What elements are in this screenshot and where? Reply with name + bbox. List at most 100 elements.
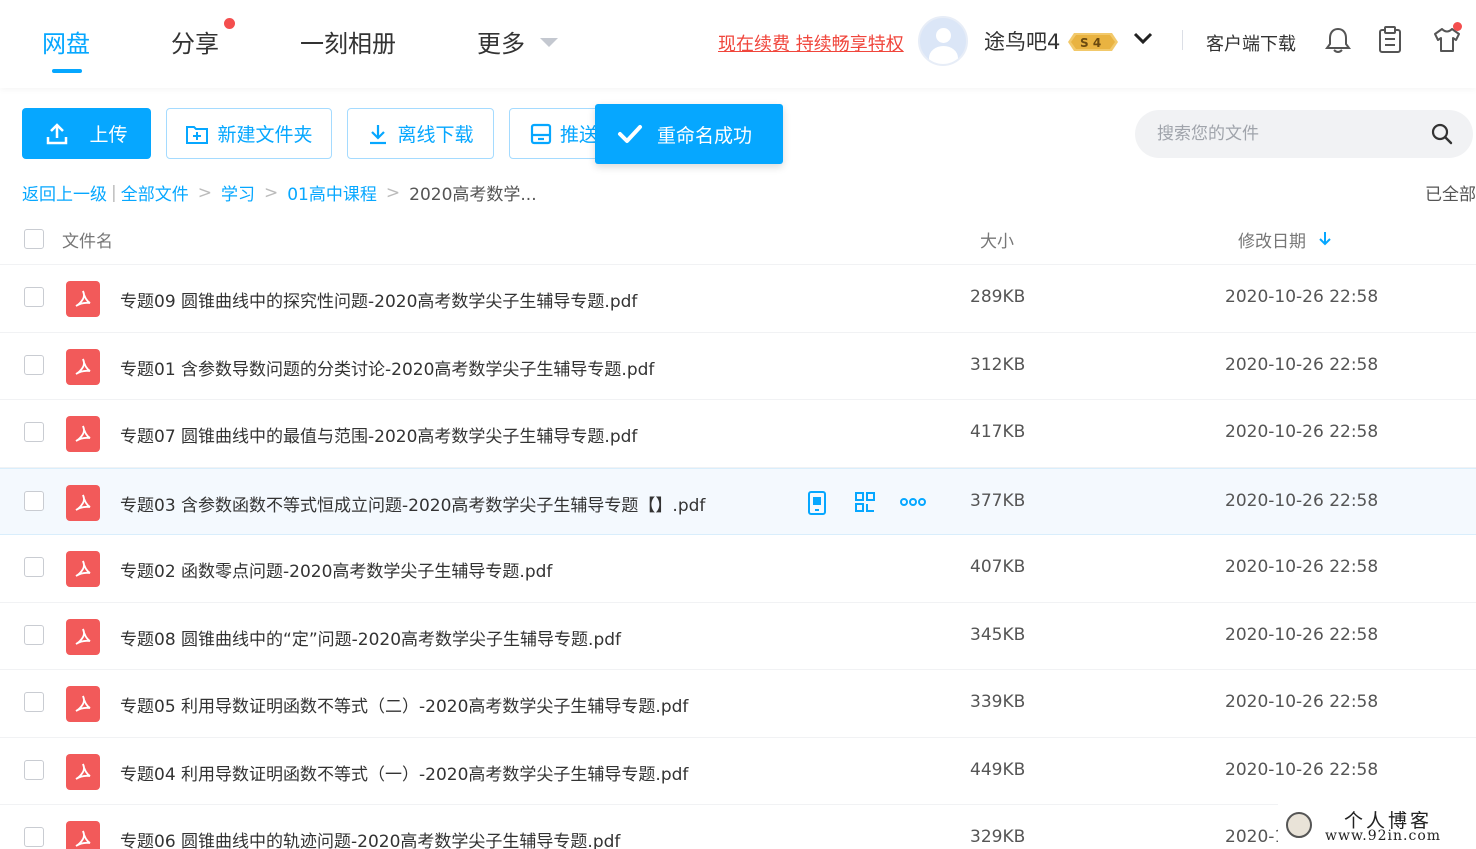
file-size: 312KB <box>970 354 1026 375</box>
file-name[interactable]: 专题07 圆锥曲线中的最值与范围-2020高考数学尖子生辅导专题.pdf <box>120 422 637 447</box>
pdf-file-icon <box>66 281 100 317</box>
send-to-phone-icon[interactable] <box>807 490 827 515</box>
table-row[interactable]: 专题02 函数零点问题-2020高考数学尖子生辅导专题.pdf 407KB 20… <box>0 535 1476 603</box>
file-size: 339KB <box>970 692 1026 712</box>
column-header-name[interactable]: 文件名 <box>62 227 113 252</box>
column-header-size[interactable]: 大小 <box>980 227 1014 252</box>
row-checkbox[interactable] <box>24 490 44 511</box>
file-date: 2020-10-26 22:58 <box>1225 557 1379 577</box>
pdf-file-icon <box>66 686 100 722</box>
file-name[interactable]: 专题03 含参数函数不等式恒成立问题-2020高考数学尖子生辅导专题【】.pdf <box>120 491 705 516</box>
search-input[interactable] <box>1157 110 1417 158</box>
chevron-down-icon[interactable] <box>1132 30 1154 46</box>
pdf-file-icon <box>66 484 100 521</box>
top-nav: 网盘 分享 一刻相册 更多 现在续费 持续畅享特权 途鸟吧4 S 4 客户端下载 <box>0 0 1476 88</box>
new-folder-label: 新建文件夹 <box>217 124 313 146</box>
file-name[interactable]: 专题01 含参数导数问题的分类讨论-2020高考数学尖子生辅导专题.pdf <box>120 355 654 380</box>
loaded-status: 已全部 <box>1425 185 1476 205</box>
file-name[interactable]: 专题08 圆锥曲线中的“定”问题-2020高考数学尖子生辅导专题.pdf <box>120 625 621 650</box>
table-row-hovered[interactable]: 专题03 含参数函数不等式恒成立问题-2020高考数学尖子生辅导专题【】.pdf… <box>0 467 1476 535</box>
table-row[interactable]: 专题04 利用导数证明函数不等式（一）-2020高考数学尖子生辅导专题.pdf … <box>0 738 1476 805</box>
offline-download-button[interactable]: 离线下载 <box>347 108 494 159</box>
push-device-icon <box>530 123 552 144</box>
share-qrcode-icon[interactable] <box>854 491 876 513</box>
tab-share[interactable]: 分享 <box>171 24 219 59</box>
more-options-icon[interactable] <box>900 497 926 507</box>
table-row[interactable]: 专题01 含参数导数问题的分类讨论-2020高考数学尖子生辅导专题.pdf 31… <box>0 333 1476 400</box>
offline-download-label: 离线下载 <box>397 124 474 146</box>
caret-down-icon[interactable] <box>540 38 558 47</box>
breadcrumb-back[interactable]: 返回上一级 <box>22 180 107 205</box>
tab-more[interactable]: 更多 <box>477 24 525 59</box>
upload-icon <box>47 122 68 144</box>
file-date: 2020-10-26 22:58 <box>1225 759 1379 780</box>
breadcrumb-separator: > <box>385 182 401 203</box>
file-name[interactable]: 专题09 圆锥曲线中的探究性问题-2020高考数学尖子生辅导专题.pdf <box>120 287 637 312</box>
table-row[interactable]: 专题08 圆锥曲线中的“定”问题-2020高考数学尖子生辅导专题.pdf 345… <box>0 603 1476 670</box>
select-all-checkbox[interactable] <box>24 229 44 249</box>
file-name[interactable]: 专题04 利用导数证明函数不等式（一）-2020高考数学尖子生辅导专题.pdf <box>120 760 688 785</box>
tab-album[interactable]: 一刻相册 <box>300 24 396 59</box>
client-download-link[interactable]: 客户端下载 <box>1206 30 1296 56</box>
row-checkbox[interactable] <box>24 759 44 780</box>
search-box <box>1135 110 1473 158</box>
tab-netdisk[interactable]: 网盘 <box>42 24 90 59</box>
shirt-notification-dot <box>1453 22 1462 31</box>
rename-success-toast: 重命名成功 <box>595 104 783 164</box>
breadcrumb-separator: > <box>197 182 212 203</box>
toast-message: 重命名成功 <box>657 124 753 147</box>
row-checkbox[interactable] <box>24 624 44 645</box>
clipboard-icon[interactable] <box>1378 26 1402 54</box>
file-name[interactable]: 专题05 利用导数证明函数不等式（二）-2020高考数学尖子生辅导专题.pdf <box>120 692 688 717</box>
table-row[interactable]: 专题09 圆锥曲线中的探究性问题-2020高考数学尖子生辅导专题.pdf 289… <box>0 265 1476 333</box>
file-size: 329KB <box>970 827 1026 847</box>
check-icon <box>618 125 642 143</box>
row-checkbox[interactable] <box>24 354 44 375</box>
breadcrumb-all-files[interactable]: 全部文件 <box>121 180 189 205</box>
row-checkbox[interactable] <box>24 287 44 307</box>
file-date: 2020-10-26 22:58 <box>1225 422 1379 442</box>
row-checkbox[interactable] <box>24 827 44 847</box>
watermark-face-icon <box>1286 812 1312 838</box>
new-folder-button[interactable]: 新建文件夹 <box>166 108 332 159</box>
column-header-date[interactable]: 修改日期 <box>1238 227 1306 252</box>
pdf-file-icon <box>66 753 100 790</box>
file-date: 2020-10-26 22:58 <box>1225 490 1379 511</box>
file-date: 2020-1 <box>1225 827 1286 847</box>
upload-button[interactable]: 上传 <box>22 108 151 159</box>
file-name[interactable]: 专题06 圆锥曲线中的轨迹问题-2020高考数学尖子生辅导专题.pdf <box>120 827 620 849</box>
file-size: 407KB <box>970 557 1026 577</box>
search-icon[interactable] <box>1431 123 1453 145</box>
breadcrumb-separator: > <box>263 182 279 203</box>
bell-icon[interactable] <box>1325 26 1351 54</box>
pdf-file-icon <box>66 618 100 655</box>
pdf-file-icon <box>66 348 100 385</box>
table-row[interactable]: 专题05 利用导数证明函数不等式（二）-2020高考数学尖子生辅导专题.pdf … <box>0 670 1476 738</box>
file-size: 345KB <box>970 624 1026 645</box>
svg-text:S 4: S 4 <box>1080 36 1101 50</box>
file-date: 2020-10-26 22:58 <box>1225 287 1379 307</box>
breadcrumb-study[interactable]: 学习 <box>221 180 255 205</box>
table-row[interactable]: 专题06 圆锥曲线中的轨迹问题-2020高考数学尖子生辅导专题.pdf 329K… <box>0 805 1476 849</box>
nav-divider <box>1182 30 1183 50</box>
file-size: 377KB <box>970 490 1026 511</box>
breadcrumb-divider: | <box>111 182 117 203</box>
file-list: 专题09 圆锥曲线中的探究性问题-2020高考数学尖子生辅导专题.pdf 289… <box>0 265 1476 849</box>
push-button[interactable]: 推送 <box>509 108 609 159</box>
row-checkbox[interactable] <box>24 422 44 442</box>
avatar[interactable] <box>918 16 968 66</box>
active-tab-indicator <box>52 69 82 73</box>
pdf-file-icon <box>66 551 100 587</box>
file-size: 417KB <box>970 422 1026 442</box>
username[interactable]: 途鸟吧4 <box>984 26 1060 56</box>
pdf-file-icon <box>66 821 100 849</box>
row-checkbox[interactable] <box>24 692 44 712</box>
sort-down-icon[interactable] <box>1318 231 1332 247</box>
file-name[interactable]: 专题02 函数零点问题-2020高考数学尖子生辅导专题.pdf <box>120 557 552 582</box>
renew-promo-link[interactable]: 现在续费 持续畅享特权 <box>718 30 904 56</box>
table-row[interactable]: 专题07 圆锥曲线中的最值与范围-2020高考数学尖子生辅导专题.pdf 417… <box>0 400 1476 468</box>
row-checkbox[interactable] <box>24 557 44 577</box>
breadcrumb-highschool[interactable]: 01高中课程 <box>287 180 377 205</box>
file-size: 289KB <box>970 287 1026 307</box>
upload-label: 上传 <box>89 124 128 146</box>
